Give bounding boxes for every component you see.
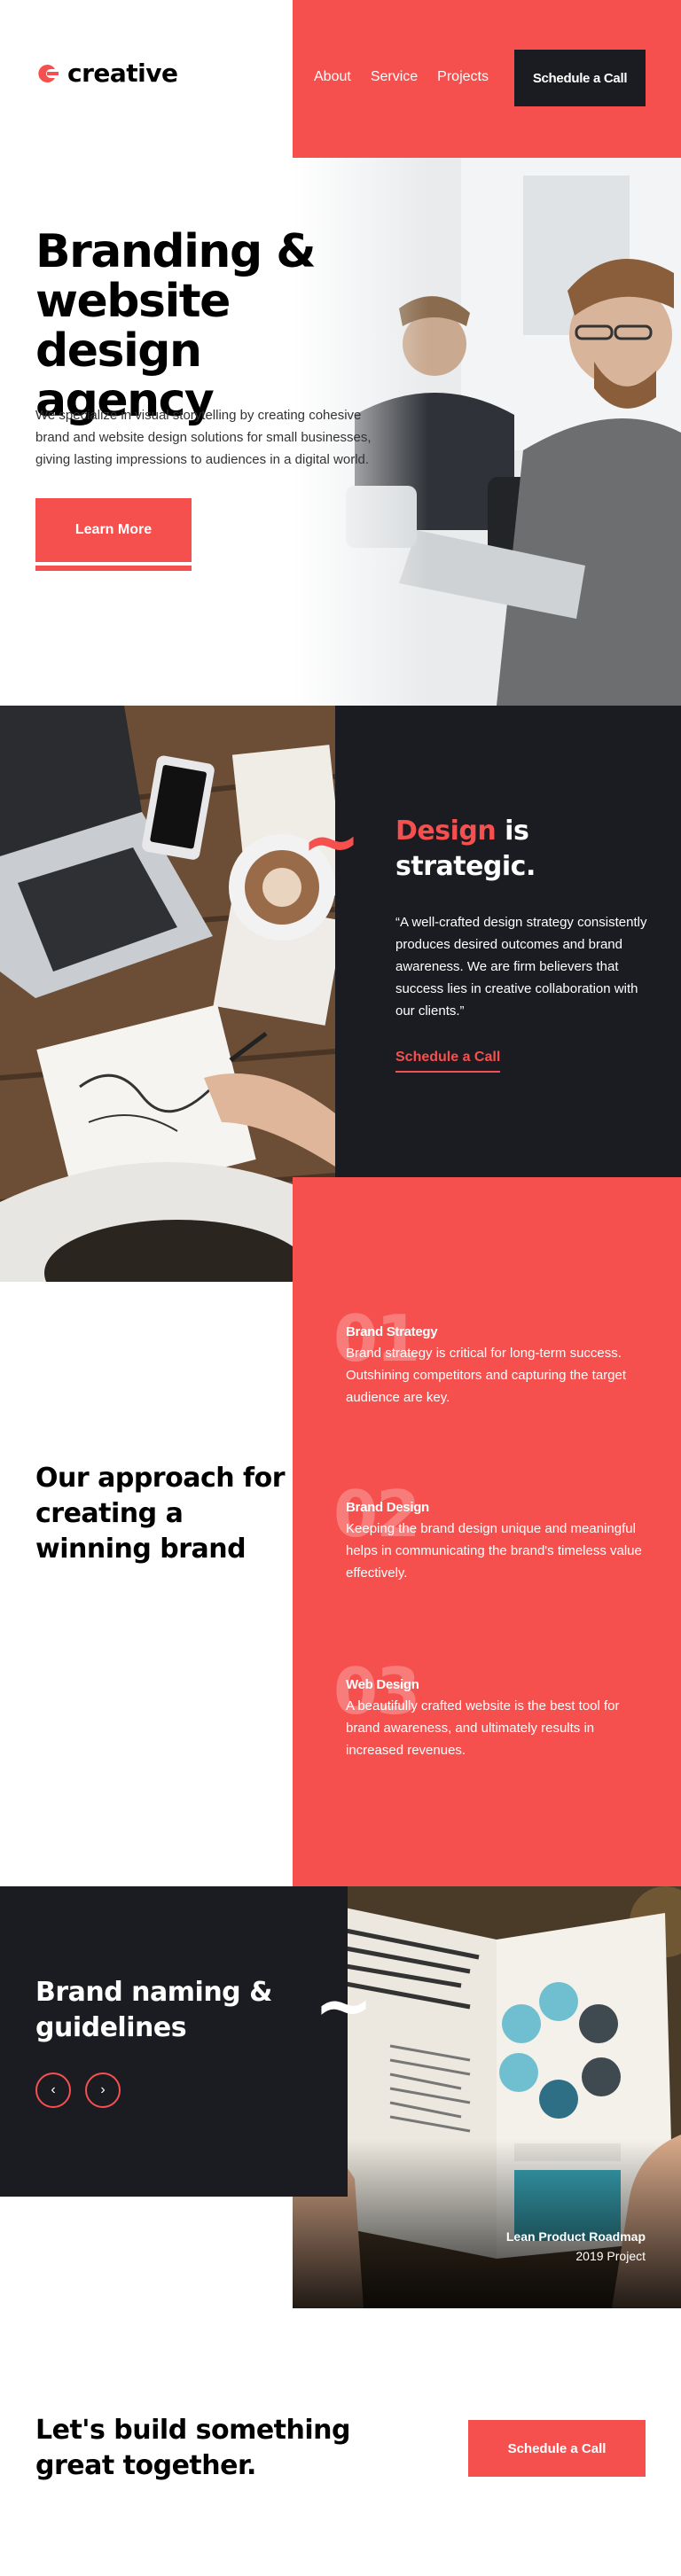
approach-title: Our approach for creating a winning bran… (35, 1463, 285, 1565)
design-schedule-call-link[interactable]: Schedule a Call (395, 1050, 501, 1073)
step-description: A beautifully crafted website is the bes… (346, 1698, 620, 1758)
logo-text: creative (67, 59, 178, 88)
approach-step-3: 03 Web Design A beautifully crafted webs… (333, 1659, 647, 1761)
chevron-right-icon: › (100, 2082, 106, 2097)
project-year: 2019 Project (575, 2249, 646, 2263)
step-title: Web Design (346, 1677, 419, 1692)
carousel-next-button[interactable]: › (85, 2073, 121, 2108)
learn-more-button[interactable]: Learn More (35, 498, 192, 562)
footer-cta-title: Let's build something great together. (35, 2415, 351, 2481)
design-section-quote: “A well-crafted design strategy consiste… (395, 915, 647, 1019)
brand-naming-title: Brand naming & guidelines (35, 1977, 272, 2043)
hero-title: Branding & website design agency (35, 227, 408, 425)
step-title: Brand Strategy (346, 1324, 438, 1339)
hero-title-line: Branding & (35, 225, 317, 278)
approach-step-2: 02 Brand Design Keeping the brand design… (333, 1482, 647, 1584)
step-description: Brand strategy is critical for long-term… (346, 1346, 627, 1405)
desk-workspace-photo (0, 706, 335, 1282)
tilde-divider-icon: ~ (314, 1964, 374, 2047)
logo[interactable]: creative (35, 59, 178, 88)
nav-link-about[interactable]: About (314, 69, 351, 85)
main-nav: About Service Projects (314, 69, 489, 85)
tilde-divider-icon: ~ (301, 800, 362, 883)
hero-title-line: website design (35, 275, 231, 378)
footer-schedule-call-button[interactable]: Schedule a Call (468, 2420, 646, 2477)
step-description: Keeping the brand design unique and mean… (346, 1521, 642, 1581)
nav-link-projects[interactable]: Projects (437, 69, 489, 85)
design-section-title: Design is strategic. (395, 814, 661, 885)
design-title-accent: Design (395, 816, 497, 847)
approach-step-1: 01 Brand Strategy Brand strategy is crit… (333, 1307, 647, 1409)
schedule-call-button[interactable]: Schedule a Call (514, 50, 646, 106)
chevron-left-icon: ‹ (51, 2082, 56, 2097)
step-title: Brand Design (346, 1500, 429, 1515)
carousel-prev-button[interactable]: ‹ (35, 2073, 71, 2108)
project-caption: Lean Product Roadmap 2019 Project (506, 2227, 646, 2266)
nav-link-service[interactable]: Service (371, 69, 418, 85)
project-title: Lean Product Roadmap (505, 2229, 646, 2244)
hero-description: We specialize in visual storytelling by … (35, 408, 372, 467)
c-logo-icon (35, 62, 59, 85)
learn-more-underline (35, 566, 192, 571)
